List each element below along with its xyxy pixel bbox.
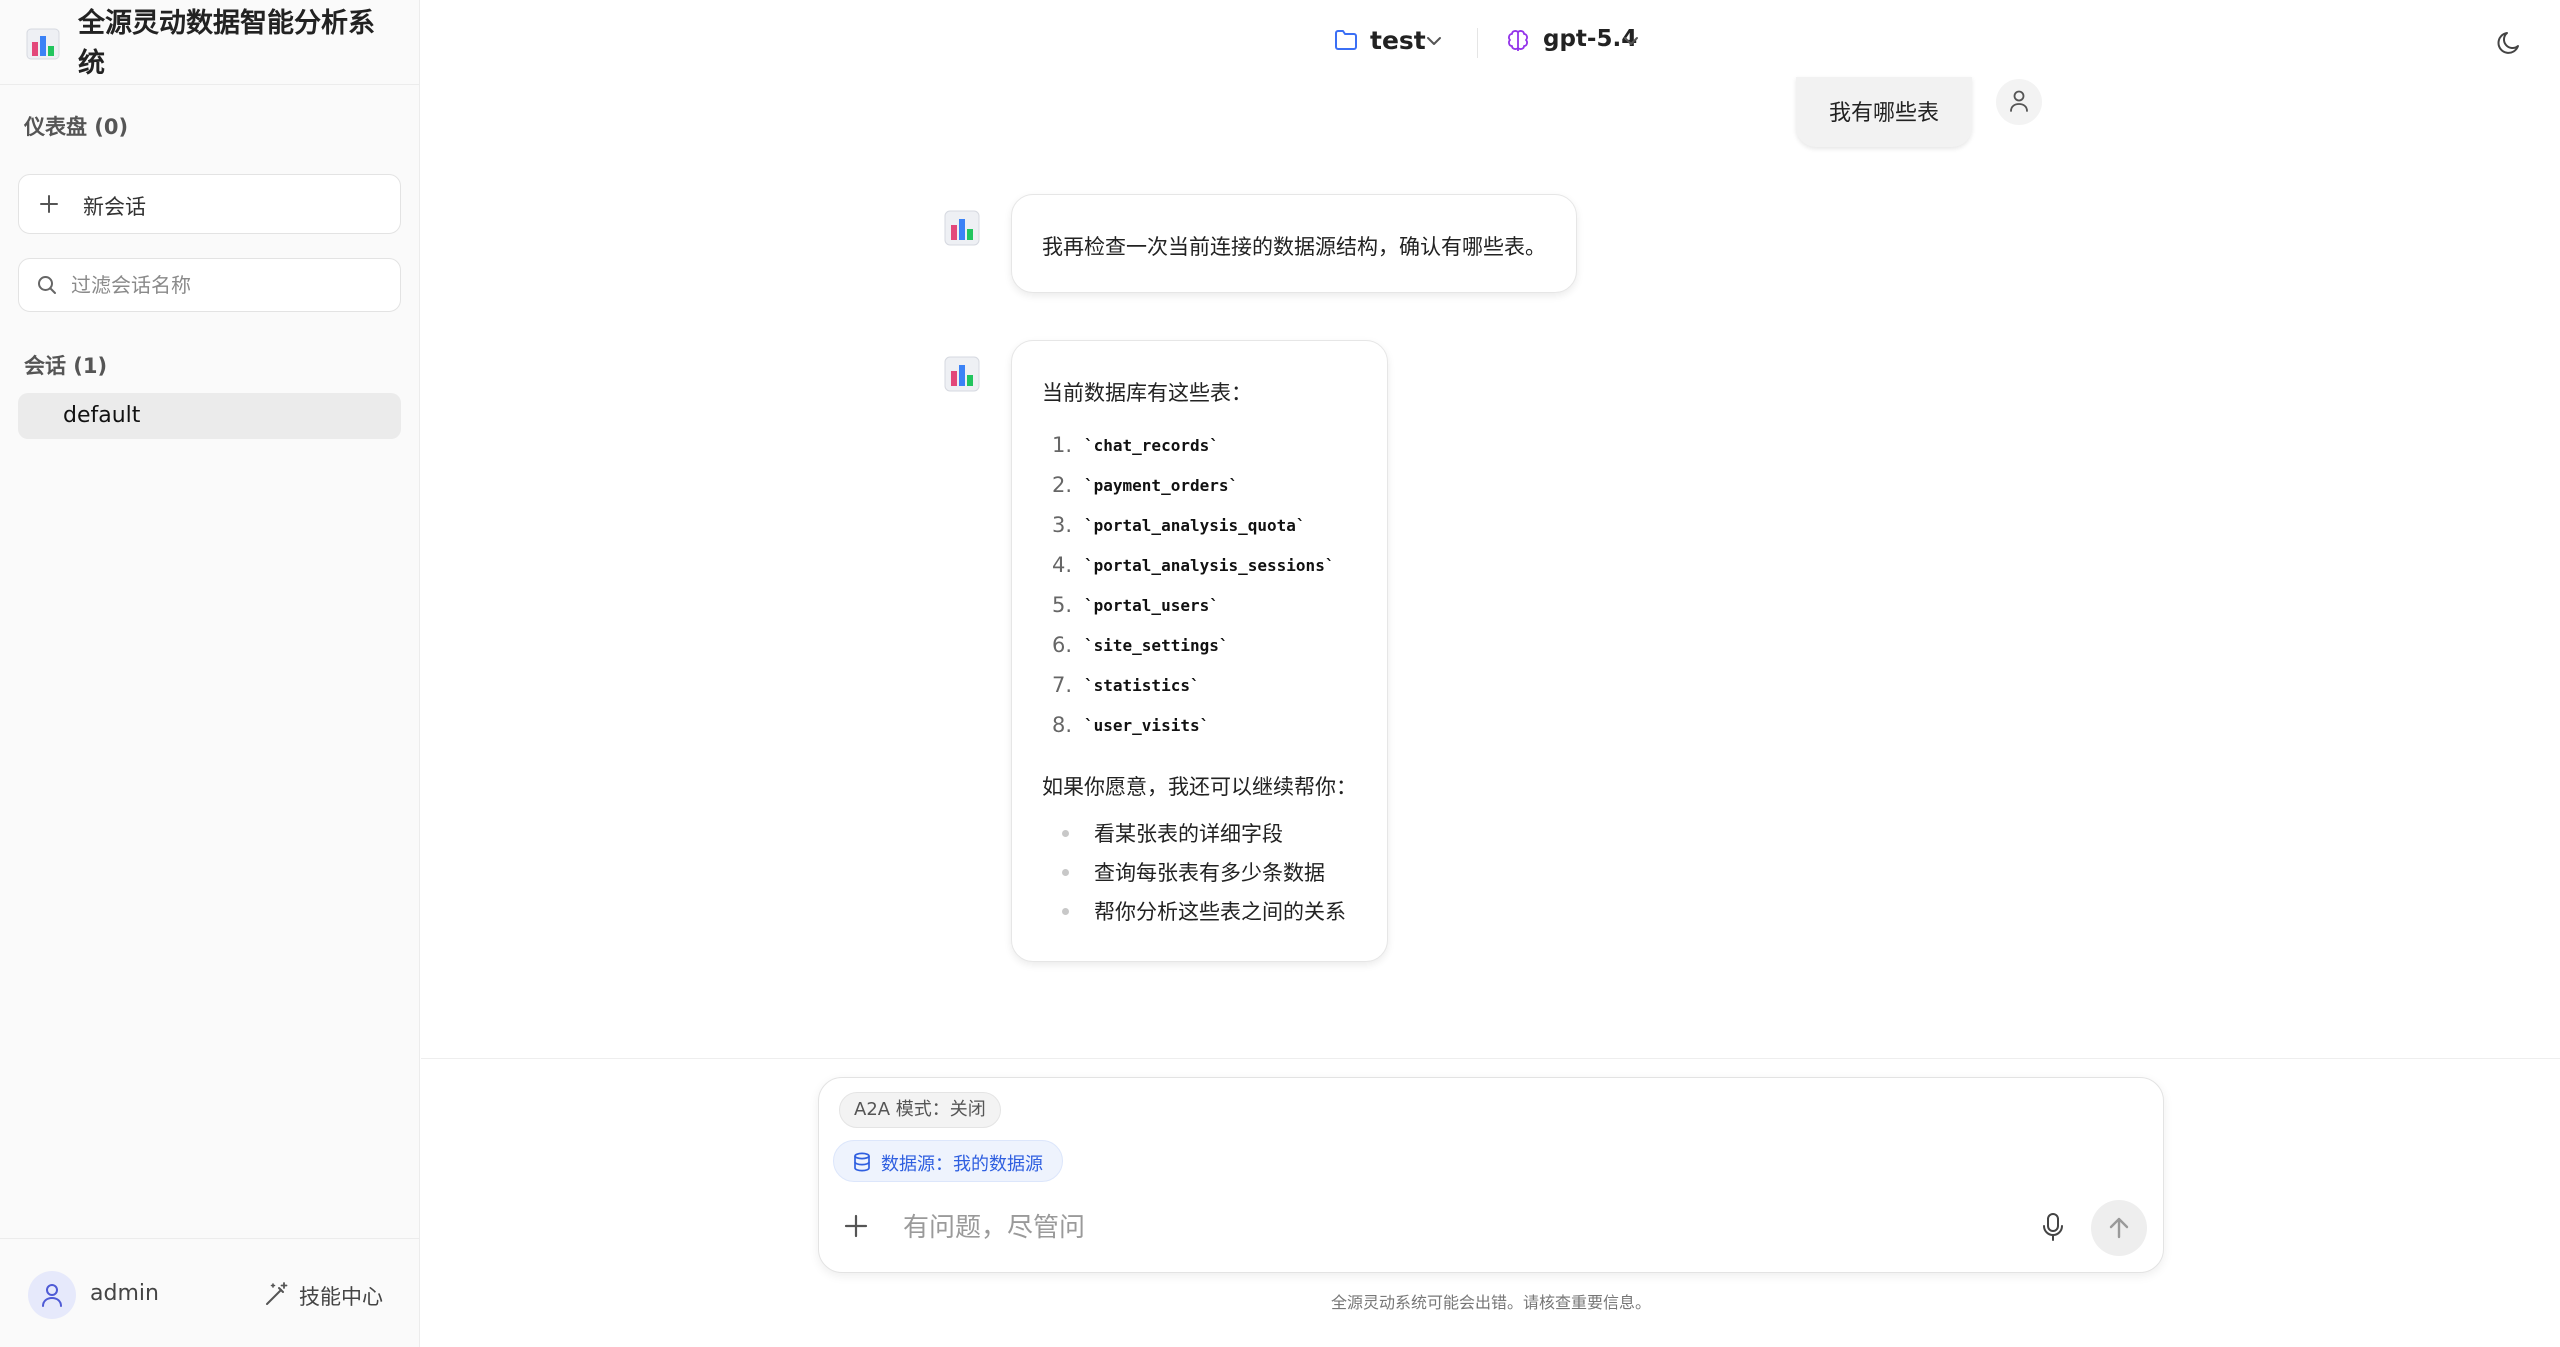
user-message-bubble: 我有哪些表 bbox=[1796, 77, 1972, 147]
list-number: 2. bbox=[1051, 473, 1072, 497]
list-number: 8. bbox=[1051, 713, 1072, 737]
table-list-item: 7. `statistics` bbox=[1042, 673, 1362, 703]
suggestion-text: 帮你分析这些表之间的关系 bbox=[1094, 900, 1346, 924]
suggestion-item: 看某张表的详细字段 bbox=[1042, 818, 1362, 848]
chevron-down-icon bbox=[1427, 37, 1441, 45]
send-button[interactable] bbox=[2091, 1200, 2147, 1256]
assistant-avatar-icon bbox=[944, 210, 980, 246]
plus-icon bbox=[40, 195, 58, 213]
table-name: `portal_analysis_quota` bbox=[1084, 516, 1306, 535]
moon-icon[interactable] bbox=[2494, 28, 2524, 58]
chevron-down-icon bbox=[1624, 37, 1638, 45]
table-list-item: 4. `portal_analysis_sessions` bbox=[1042, 553, 1362, 583]
skills-center-label: 技能中心 bbox=[299, 1285, 383, 1309]
table-list-intro: 当前数据库有这些表： bbox=[1042, 381, 1252, 405]
list-number: 7. bbox=[1051, 673, 1072, 697]
project-name: test bbox=[1370, 26, 1426, 55]
list-number: 6. bbox=[1051, 633, 1072, 657]
arrow-up-icon bbox=[2109, 1217, 2129, 1239]
table-list-item: 1. `chat_records` bbox=[1042, 433, 1362, 463]
assistant-message-text: 我再检查一次当前连接的数据源结构，确认有哪些表。 bbox=[1042, 235, 1546, 259]
conversations-section-label: 会话 (1) bbox=[24, 354, 108, 378]
project-selector[interactable]: test bbox=[1334, 24, 1454, 60]
search-icon bbox=[38, 276, 56, 294]
message-input[interactable] bbox=[903, 1208, 2003, 1248]
username[interactable]: admin bbox=[90, 1281, 159, 1306]
bullet-dot bbox=[1062, 869, 1069, 876]
model-selector[interactable]: gpt-5.4 bbox=[1505, 24, 1645, 60]
list-number: 3. bbox=[1051, 513, 1072, 537]
followup-text: 如果你愿意，我还可以继续帮你： bbox=[1042, 775, 1357, 799]
list-number: 4. bbox=[1051, 553, 1072, 577]
user-message-avatar bbox=[1996, 79, 2042, 125]
new-chat-label: 新会话 bbox=[83, 195, 146, 219]
folder-icon bbox=[1335, 30, 1357, 50]
table-list-item: 3. `portal_analysis_quota` bbox=[1042, 513, 1362, 543]
list-number: 5. bbox=[1051, 593, 1072, 617]
table-name: `site_settings` bbox=[1084, 636, 1229, 655]
table-list-item: 8. `user_visits` bbox=[1042, 713, 1362, 743]
dashboard-section-label[interactable]: 仪表盘 (0) bbox=[24, 111, 128, 141]
database-icon bbox=[854, 1152, 870, 1172]
conversation-filter bbox=[18, 258, 401, 312]
datasource-chip[interactable]: 数据源：我的数据源 bbox=[833, 1140, 1063, 1182]
sidebar-footer: admin 技能中心 bbox=[0, 1238, 419, 1347]
conversation-item-default[interactable]: default bbox=[18, 393, 401, 439]
conversation-label: default bbox=[63, 403, 141, 428]
suggestion-item: 帮你分析这些表之间的关系 bbox=[1042, 896, 1362, 926]
user-message-text: 我有哪些表 bbox=[1828, 101, 1939, 126]
suggestion-text: 查询每张表有多少条数据 bbox=[1094, 861, 1325, 885]
suggestion-text: 看某张表的详细字段 bbox=[1094, 822, 1283, 846]
table-list-item: 2. `payment_orders` bbox=[1042, 473, 1362, 503]
sidebar: 全源灵动数据智能分析系统 仪表盘 (0) 新会话 会话 (1) default … bbox=[0, 0, 420, 1347]
disclaimer-text: 全源灵动系统可能会出错。请核查重要信息。 bbox=[1330, 1293, 1651, 1312]
user-icon bbox=[42, 1284, 62, 1307]
brand-header: 全源灵动数据智能分析系统 bbox=[0, 0, 419, 85]
assistant-avatar-icon bbox=[944, 356, 980, 392]
bullet-dot bbox=[1062, 830, 1069, 837]
table-list-item: 5. `portal_users` bbox=[1042, 593, 1362, 623]
suggestion-item: 查询每张表有多少条数据 bbox=[1042, 857, 1362, 887]
a2a-mode-chip[interactable]: A2A 模式：关闭 bbox=[839, 1092, 1001, 1128]
user-icon bbox=[2010, 90, 2028, 112]
table-name: `chat_records` bbox=[1084, 436, 1219, 455]
brain-icon bbox=[1508, 30, 1528, 51]
magic-wand-icon bbox=[266, 1282, 288, 1305]
table-name: `user_visits` bbox=[1084, 716, 1210, 735]
message-composer: A2A 模式：关闭 数据源：我的数据源 bbox=[818, 1077, 2164, 1273]
bullet-dot bbox=[1062, 908, 1069, 915]
bar-chart-logo-icon bbox=[26, 28, 60, 60]
new-chat-button[interactable]: 新会话 bbox=[18, 174, 401, 234]
microphone-icon[interactable] bbox=[2039, 1212, 2067, 1242]
assistant-message-bubble: 我再检查一次当前连接的数据源结构，确认有哪些表。 bbox=[1011, 194, 1577, 293]
attach-plus-icon[interactable] bbox=[843, 1213, 869, 1239]
user-avatar[interactable] bbox=[28, 1271, 76, 1319]
datasource-label: 数据源：我的数据源 bbox=[881, 1154, 1043, 1175]
assistant-message-bubble: 当前数据库有这些表： 1. `chat_records` 2. `payment… bbox=[1011, 340, 1388, 962]
table-name: `portal_analysis_sessions` bbox=[1084, 556, 1335, 575]
table-name: `portal_users` bbox=[1084, 596, 1219, 615]
table-name: `payment_orders` bbox=[1084, 476, 1239, 495]
topbar-divider bbox=[1477, 28, 1478, 58]
app-title: 全源灵动数据智能分析系统 bbox=[78, 8, 375, 79]
table-name: `statistics` bbox=[1084, 676, 1200, 695]
composer-divider bbox=[421, 1058, 2560, 1059]
filter-input[interactable] bbox=[71, 267, 391, 303]
table-list-item: 6. `site_settings` bbox=[1042, 633, 1362, 663]
list-number: 1. bbox=[1051, 433, 1072, 457]
